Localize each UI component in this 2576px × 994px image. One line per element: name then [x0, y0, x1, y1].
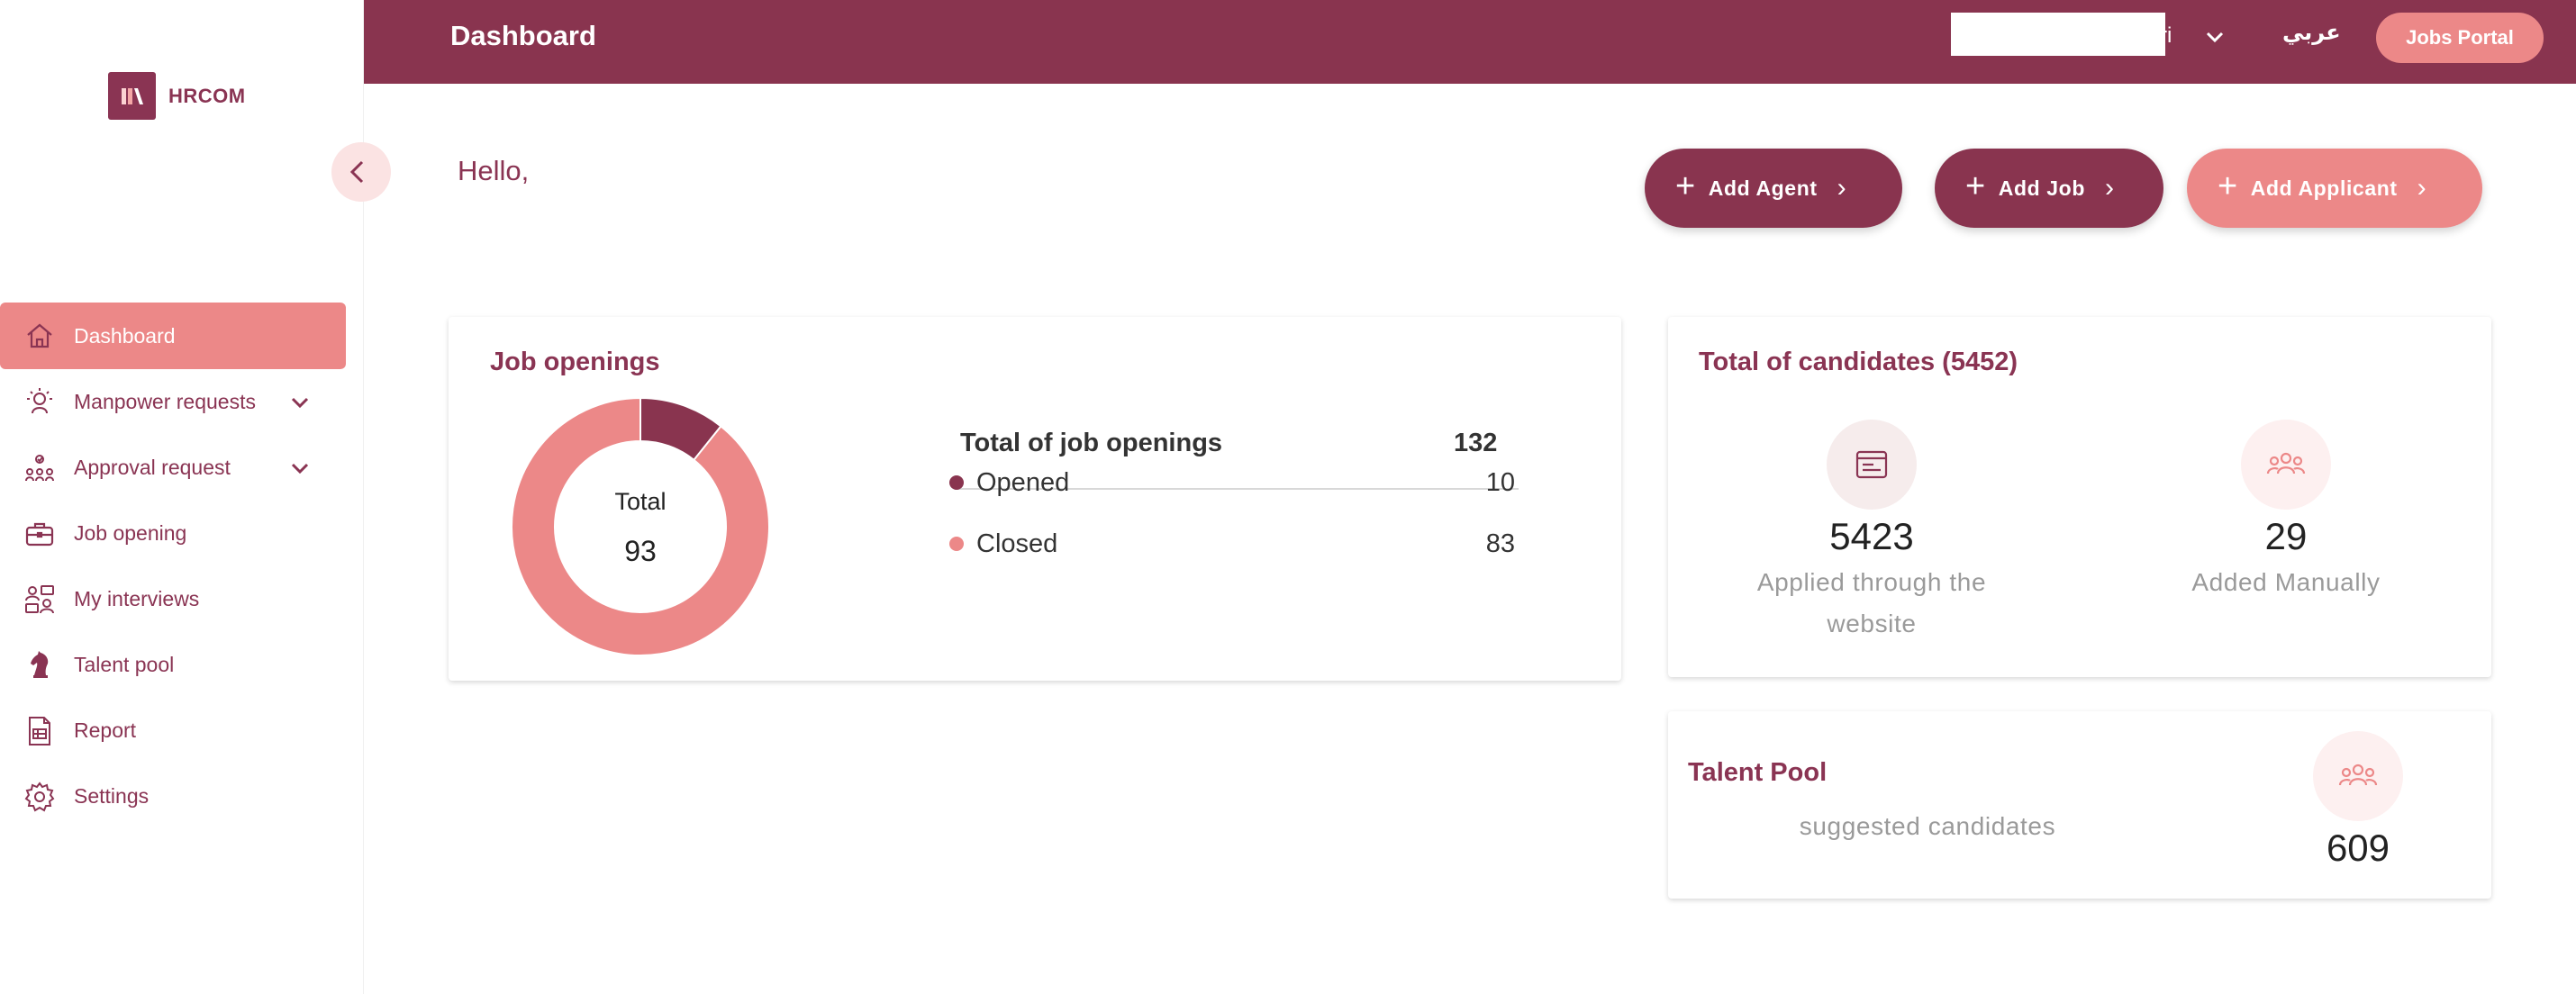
top-bar: Dashboard ri عربي Jobs Portal: [364, 0, 2576, 84]
donut-segment-closed[interactable]: [511, 396, 770, 656]
sidebar-item-manpower-requests[interactable]: Manpower requests: [0, 369, 364, 435]
job-openings-title: Job openings: [490, 348, 660, 376]
sidebar-item-report[interactable]: Report: [0, 698, 364, 764]
chevron-down-icon[interactable]: [2201, 23, 2228, 50]
applied-website-label: Applied through the website: [1719, 562, 2025, 645]
talent-pool-title: Talent Pool: [1688, 758, 1828, 787]
brand-name: HRCOM: [168, 84, 246, 107]
add-applicant-button[interactable]: + Add Applicant ›: [2187, 149, 2482, 228]
chevron-down-icon[interactable]: [288, 456, 312, 480]
user-menu[interactable]: [1951, 13, 2165, 56]
sidebar-item-talent-pool[interactable]: Talent pool: [0, 632, 364, 698]
language-toggle[interactable]: عربي: [2282, 20, 2341, 45]
sidebar-item-label: Dashboard: [74, 323, 176, 348]
users-group-icon: [2313, 731, 2403, 821]
briefcase-icon: [25, 522, 54, 546]
stat-label: Opened: [976, 467, 1070, 497]
sidebar-collapse-button[interactable]: [331, 142, 391, 202]
report-icon: [29, 716, 50, 746]
sidebar-item-job-opening[interactable]: Job opening: [0, 501, 364, 566]
candidates-title: Total of candidates (5452): [1699, 348, 2018, 376]
talent-pool-count: 609: [2326, 827, 2390, 869]
talent-pool-card[interactable]: Talent Pool suggested candidates 609: [1668, 711, 2491, 899]
add-agent-button[interactable]: + Add Agent ›: [1645, 149, 1902, 228]
interviews-icon: [25, 584, 54, 613]
legend-dot-opened: [949, 475, 964, 490]
sidebar-item-label: Approval request: [74, 456, 231, 479]
greeting: Hello,: [458, 155, 530, 186]
sidebar-item-label: Talent pool: [74, 653, 175, 676]
sidebar-item-label: Report: [74, 718, 137, 742]
stat-row-opened: Opened 10: [949, 465, 1526, 501]
add-job-button[interactable]: + Add Job ›: [1935, 149, 2163, 228]
sidebar-nav: Dashboard Manpower requests Approval req…: [0, 303, 364, 829]
sidebar-item-label: Manpower requests: [74, 390, 256, 413]
gear-icon: [24, 781, 55, 811]
donut-total-label: Total: [614, 488, 667, 515]
sidebar-item-my-interviews[interactable]: My interviews: [0, 566, 364, 632]
stat-row-closed: Closed 83: [949, 526, 1526, 562]
sidebar-item-label: Job opening: [74, 521, 187, 545]
sidebar: HRCOM Dashboard Manpower requests Approv…: [0, 0, 364, 994]
chess-knight-icon: [31, 650, 49, 678]
stat-label: Closed: [976, 529, 1058, 558]
plus-icon: +: [1675, 167, 1696, 205]
donut-total-value: 93: [624, 535, 657, 567]
chevron-left-icon: [349, 160, 364, 184]
added-manually-count: 29: [2264, 515, 2308, 557]
website-application-icon: [1827, 420, 1917, 510]
chevron-right-icon: ›: [2105, 173, 2115, 203]
chevron-down-icon[interactable]: [288, 391, 312, 414]
job-openings-card: Job openings Total 93 Total of job openi…: [449, 317, 1621, 681]
jobs-portal-button[interactable]: Jobs Portal: [2376, 13, 2544, 63]
sidebar-item-label: My interviews: [74, 587, 200, 610]
stat-value: 10: [1485, 467, 1515, 497]
applied-website-label-line1: Applied through the: [1756, 568, 1987, 596]
logo-icon: [108, 72, 156, 120]
applied-website-count: 5423: [1829, 515, 1914, 557]
job-openings-donut: [511, 396, 770, 656]
plus-icon: +: [1965, 167, 1986, 205]
applied-website-label-line2: website: [1827, 610, 1917, 637]
approval-icon: [25, 454, 54, 481]
add-job-label: Add Job: [1998, 176, 2085, 200]
sidebar-item-dashboard[interactable]: Dashboard: [0, 303, 346, 369]
sidebar-item-label: Settings: [74, 784, 150, 808]
chevron-right-icon: ›: [2417, 173, 2427, 203]
chevron-right-icon: ›: [1837, 173, 1847, 203]
user-name[interactable]: ri: [2160, 23, 2172, 49]
total-job-openings-label: Total of job openings: [960, 429, 1223, 457]
home-icon: [27, 323, 52, 348]
stat-value: 83: [1485, 529, 1515, 558]
users-group-icon: [2241, 420, 2331, 510]
sidebar-item-approval-request[interactable]: Approval request: [0, 435, 364, 501]
candidates-card: Total of candidates (5452) 5423 Applied …: [1668, 317, 2491, 677]
legend-dot-closed: [949, 537, 964, 551]
logo[interactable]: HRCOM: [108, 72, 246, 120]
total-job-openings-value: 132: [1454, 429, 1498, 457]
added-manually-label: Added Manually: [2191, 568, 2381, 596]
plus-icon: +: [2218, 167, 2238, 205]
add-agent-label: Add Agent: [1708, 176, 1818, 200]
sidebar-item-settings[interactable]: Settings: [0, 764, 364, 829]
suggested-candidates-label: suggested candidates: [1799, 812, 2056, 840]
page-title: Dashboard: [450, 20, 596, 51]
manpower-icon: [27, 387, 52, 413]
add-applicant-label: Add Applicant: [2250, 176, 2398, 200]
